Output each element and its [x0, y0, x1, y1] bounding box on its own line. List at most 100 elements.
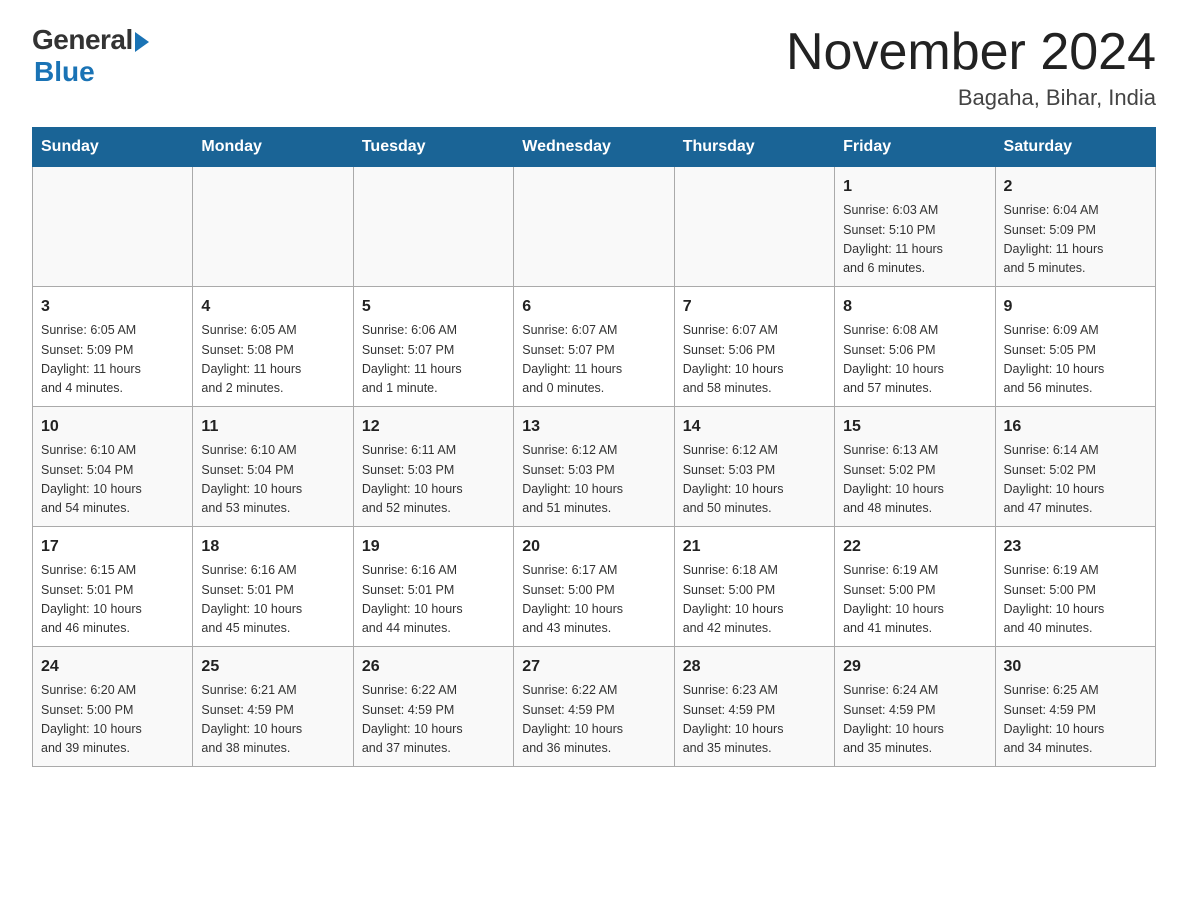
weekday-header-sunday: Sunday: [33, 128, 193, 167]
day-info: Sunrise: 6:15 AM Sunset: 5:01 PM Dayligh…: [41, 561, 184, 639]
calendar-cell: 1Sunrise: 6:03 AM Sunset: 5:10 PM Daylig…: [835, 167, 995, 287]
calendar-cell: 22Sunrise: 6:19 AM Sunset: 5:00 PM Dayli…: [835, 527, 995, 647]
logo-general-text: General: [32, 24, 133, 56]
day-info: Sunrise: 6:19 AM Sunset: 5:00 PM Dayligh…: [843, 561, 986, 639]
day-number: 19: [362, 535, 505, 559]
calendar-cell: 6Sunrise: 6:07 AM Sunset: 5:07 PM Daylig…: [514, 287, 674, 407]
day-info: Sunrise: 6:06 AM Sunset: 5:07 PM Dayligh…: [362, 321, 505, 399]
calendar-cell: 26Sunrise: 6:22 AM Sunset: 4:59 PM Dayli…: [353, 647, 513, 767]
day-number: 21: [683, 535, 826, 559]
day-number: 3: [41, 295, 184, 319]
logo-triangle-icon: [135, 32, 149, 52]
day-info: Sunrise: 6:08 AM Sunset: 5:06 PM Dayligh…: [843, 321, 986, 399]
day-number: 25: [201, 655, 344, 679]
logo-blue-text: Blue: [34, 56, 95, 88]
day-number: 4: [201, 295, 344, 319]
day-info: Sunrise: 6:23 AM Sunset: 4:59 PM Dayligh…: [683, 681, 826, 759]
calendar-cell: 2Sunrise: 6:04 AM Sunset: 5:09 PM Daylig…: [995, 167, 1155, 287]
day-number: 1: [843, 175, 986, 199]
day-number: 10: [41, 415, 184, 439]
day-number: 9: [1004, 295, 1147, 319]
calendar-cell: 29Sunrise: 6:24 AM Sunset: 4:59 PM Dayli…: [835, 647, 995, 767]
calendar-cell: 8Sunrise: 6:08 AM Sunset: 5:06 PM Daylig…: [835, 287, 995, 407]
calendar-cell: 9Sunrise: 6:09 AM Sunset: 5:05 PM Daylig…: [995, 287, 1155, 407]
calendar-cell: 7Sunrise: 6:07 AM Sunset: 5:06 PM Daylig…: [674, 287, 834, 407]
calendar-cell: 18Sunrise: 6:16 AM Sunset: 5:01 PM Dayli…: [193, 527, 353, 647]
calendar-cell: 25Sunrise: 6:21 AM Sunset: 4:59 PM Dayli…: [193, 647, 353, 767]
weekday-header-monday: Monday: [193, 128, 353, 167]
day-number: 16: [1004, 415, 1147, 439]
day-number: 23: [1004, 535, 1147, 559]
calendar-cell: 15Sunrise: 6:13 AM Sunset: 5:02 PM Dayli…: [835, 407, 995, 527]
day-info: Sunrise: 6:07 AM Sunset: 5:07 PM Dayligh…: [522, 321, 665, 399]
day-number: 28: [683, 655, 826, 679]
day-info: Sunrise: 6:11 AM Sunset: 5:03 PM Dayligh…: [362, 441, 505, 519]
day-number: 17: [41, 535, 184, 559]
calendar-cell: 27Sunrise: 6:22 AM Sunset: 4:59 PM Dayli…: [514, 647, 674, 767]
day-number: 20: [522, 535, 665, 559]
day-info: Sunrise: 6:18 AM Sunset: 5:00 PM Dayligh…: [683, 561, 826, 639]
weekday-header-tuesday: Tuesday: [353, 128, 513, 167]
day-info: Sunrise: 6:21 AM Sunset: 4:59 PM Dayligh…: [201, 681, 344, 759]
day-info: Sunrise: 6:25 AM Sunset: 4:59 PM Dayligh…: [1004, 681, 1147, 759]
calendar-cell: 20Sunrise: 6:17 AM Sunset: 5:00 PM Dayli…: [514, 527, 674, 647]
day-number: 13: [522, 415, 665, 439]
day-info: Sunrise: 6:12 AM Sunset: 5:03 PM Dayligh…: [683, 441, 826, 519]
title-block: November 2024 Bagaha, Bihar, India: [786, 24, 1156, 111]
calendar-cell: 21Sunrise: 6:18 AM Sunset: 5:00 PM Dayli…: [674, 527, 834, 647]
day-info: Sunrise: 6:09 AM Sunset: 5:05 PM Dayligh…: [1004, 321, 1147, 399]
calendar-cell: [514, 167, 674, 287]
day-info: Sunrise: 6:07 AM Sunset: 5:06 PM Dayligh…: [683, 321, 826, 399]
day-number: 29: [843, 655, 986, 679]
calendar-table: SundayMondayTuesdayWednesdayThursdayFrid…: [32, 127, 1156, 767]
day-info: Sunrise: 6:12 AM Sunset: 5:03 PM Dayligh…: [522, 441, 665, 519]
day-info: Sunrise: 6:05 AM Sunset: 5:08 PM Dayligh…: [201, 321, 344, 399]
calendar-cell: 23Sunrise: 6:19 AM Sunset: 5:00 PM Dayli…: [995, 527, 1155, 647]
weekday-header-wednesday: Wednesday: [514, 128, 674, 167]
day-number: 7: [683, 295, 826, 319]
weekday-header-row: SundayMondayTuesdayWednesdayThursdayFrid…: [33, 128, 1156, 167]
calendar-cell: [674, 167, 834, 287]
day-number: 27: [522, 655, 665, 679]
day-info: Sunrise: 6:17 AM Sunset: 5:00 PM Dayligh…: [522, 561, 665, 639]
calendar-cell: 17Sunrise: 6:15 AM Sunset: 5:01 PM Dayli…: [33, 527, 193, 647]
week-row-1: 1Sunrise: 6:03 AM Sunset: 5:10 PM Daylig…: [33, 167, 1156, 287]
calendar-cell: 13Sunrise: 6:12 AM Sunset: 5:03 PM Dayli…: [514, 407, 674, 527]
day-number: 8: [843, 295, 986, 319]
week-row-2: 3Sunrise: 6:05 AM Sunset: 5:09 PM Daylig…: [33, 287, 1156, 407]
weekday-header-friday: Friday: [835, 128, 995, 167]
day-info: Sunrise: 6:04 AM Sunset: 5:09 PM Dayligh…: [1004, 201, 1147, 279]
day-number: 18: [201, 535, 344, 559]
day-number: 22: [843, 535, 986, 559]
week-row-5: 24Sunrise: 6:20 AM Sunset: 5:00 PM Dayli…: [33, 647, 1156, 767]
day-number: 24: [41, 655, 184, 679]
calendar-cell: 24Sunrise: 6:20 AM Sunset: 5:00 PM Dayli…: [33, 647, 193, 767]
day-number: 26: [362, 655, 505, 679]
calendar-cell: 4Sunrise: 6:05 AM Sunset: 5:08 PM Daylig…: [193, 287, 353, 407]
day-info: Sunrise: 6:16 AM Sunset: 5:01 PM Dayligh…: [201, 561, 344, 639]
weekday-header-thursday: Thursday: [674, 128, 834, 167]
day-info: Sunrise: 6:10 AM Sunset: 5:04 PM Dayligh…: [201, 441, 344, 519]
day-info: Sunrise: 6:14 AM Sunset: 5:02 PM Dayligh…: [1004, 441, 1147, 519]
calendar-title: November 2024: [786, 24, 1156, 81]
day-number: 5: [362, 295, 505, 319]
day-info: Sunrise: 6:22 AM Sunset: 4:59 PM Dayligh…: [362, 681, 505, 759]
calendar-cell: 5Sunrise: 6:06 AM Sunset: 5:07 PM Daylig…: [353, 287, 513, 407]
calendar-subtitle: Bagaha, Bihar, India: [786, 85, 1156, 111]
week-row-4: 17Sunrise: 6:15 AM Sunset: 5:01 PM Dayli…: [33, 527, 1156, 647]
day-info: Sunrise: 6:13 AM Sunset: 5:02 PM Dayligh…: [843, 441, 986, 519]
calendar-cell: [193, 167, 353, 287]
day-number: 14: [683, 415, 826, 439]
calendar-cell: 14Sunrise: 6:12 AM Sunset: 5:03 PM Dayli…: [674, 407, 834, 527]
day-info: Sunrise: 6:22 AM Sunset: 4:59 PM Dayligh…: [522, 681, 665, 759]
week-row-3: 10 Sunrise: 6:10 AM Sunset: 5:04 PM Dayli…: [33, 407, 1156, 527]
day-number: 12: [362, 415, 505, 439]
calendar-cell: 16Sunrise: 6:14 AM Sunset: 5:02 PM Dayli…: [995, 407, 1155, 527]
calendar-cell: 10Sunrise: 6:10 AM Sunset: 5:04 PM Dayli…: [33, 407, 193, 527]
calendar-cell: 28Sunrise: 6:23 AM Sunset: 4:59 PM Dayli…: [674, 647, 834, 767]
calendar-cell: 19Sunrise: 6:16 AM Sunset: 5:01 PM Dayli…: [353, 527, 513, 647]
calendar-cell: [33, 167, 193, 287]
day-info: Sunrise: 6:20 AM Sunset: 5:00 PM Dayligh…: [41, 681, 184, 759]
day-info: Sunrise: 6:24 AM Sunset: 4:59 PM Dayligh…: [843, 681, 986, 759]
calendar-cell: 30Sunrise: 6:25 AM Sunset: 4:59 PM Dayli…: [995, 647, 1155, 767]
